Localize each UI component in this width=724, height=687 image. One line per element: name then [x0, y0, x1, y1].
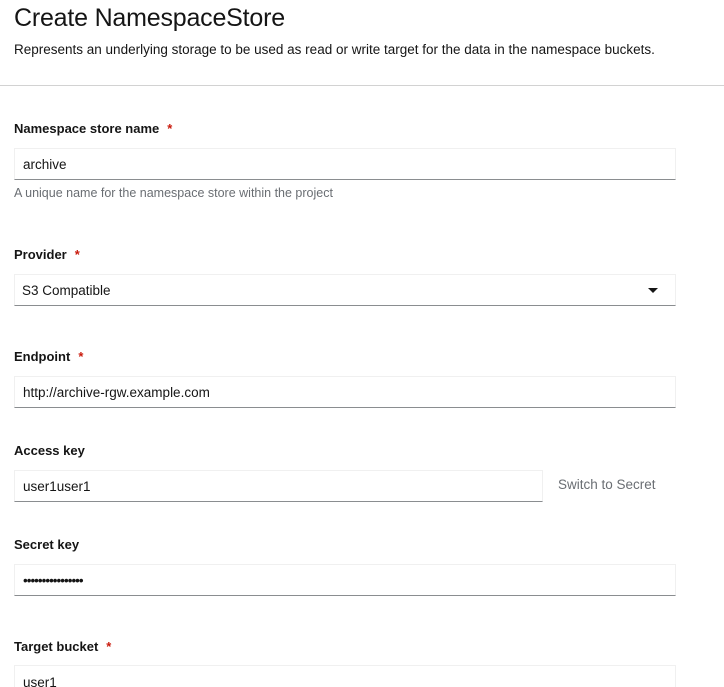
endpoint-input[interactable] — [14, 376, 676, 408]
required-indicator: * — [167, 121, 173, 136]
access-key-label-text: Access key — [14, 443, 85, 458]
required-indicator: * — [74, 247, 80, 262]
namespace-store-name-label: Namespace store name * — [14, 121, 172, 136]
required-indicator: * — [78, 349, 84, 364]
provider-select[interactable]: S3 Compatible — [14, 274, 676, 306]
secret-key-input[interactable] — [14, 564, 676, 596]
endpoint-label: Endpoint * — [14, 349, 83, 364]
namespace-store-name-helper: A unique name for the namespace store wi… — [14, 186, 333, 200]
required-indicator: * — [106, 639, 112, 654]
namespace-store-name-input[interactable] — [14, 148, 676, 180]
secret-key-label: Secret key — [14, 537, 79, 552]
provider-label-text: Provider — [14, 247, 67, 262]
provider-selected-value: S3 Compatible — [22, 283, 111, 298]
provider-label: Provider * — [14, 247, 80, 262]
page-title: Create NamespaceStore — [14, 4, 285, 32]
target-bucket-input[interactable] — [14, 665, 676, 687]
secret-key-label-text: Secret key — [14, 537, 80, 552]
caret-down-icon — [648, 288, 658, 293]
page-description: Represents an underlying storage to be u… — [14, 42, 655, 57]
page-header: Create NamespaceStore Represents an unde… — [0, 0, 724, 86]
access-key-label: Access key — [14, 443, 85, 458]
target-bucket-label-text: Target bucket — [14, 639, 99, 654]
endpoint-label-text: Endpoint — [14, 349, 71, 364]
switch-to-secret-button[interactable]: Switch to Secret — [558, 477, 656, 492]
target-bucket-label: Target bucket * — [14, 639, 111, 654]
access-key-input[interactable] — [14, 470, 543, 502]
namespace-store-name-label-text: Namespace store name — [14, 121, 160, 136]
